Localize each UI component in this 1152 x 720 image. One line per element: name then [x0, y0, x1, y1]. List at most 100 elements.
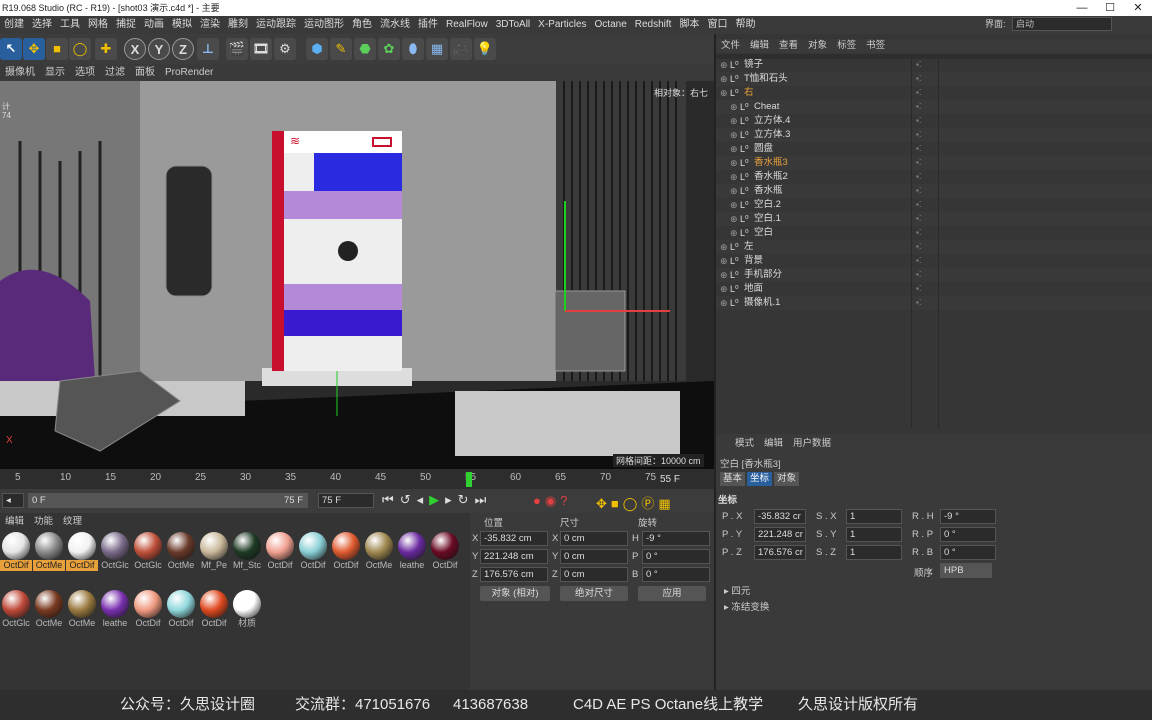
param-rot-field[interactable]: -9 ° [940, 509, 996, 524]
expand-icon[interactable]: ⊕ [730, 198, 738, 212]
object-menu-item[interactable]: 文件 [716, 39, 745, 53]
material-swatch[interactable]: Mf_Stc [231, 531, 263, 571]
visibility-icon[interactable]: ▪⁚ [916, 226, 921, 240]
view-menu-item[interactable]: 选项 [70, 64, 100, 81]
goto-start-icon[interactable]: ⏮ [382, 492, 400, 507]
attribute-menu-item[interactable]: 用户数据 [788, 437, 836, 451]
object-row[interactable]: ⊕ L⁰ 香水瓶2 ▪⁚ [716, 170, 1152, 184]
visibility-icon[interactable]: ▪⁚ [916, 142, 921, 156]
object-menu-item[interactable]: 对象 [803, 39, 832, 53]
object-row[interactable]: ⊕ L⁰ Cheat ▪⁚ [716, 100, 1152, 114]
material-swatch[interactable]: OctDif [165, 589, 197, 629]
end-frame-field[interactable]: 75 F [318, 493, 374, 508]
object-row[interactable]: ⊕ L⁰ 摄像机.1 ▪⁚ [716, 296, 1152, 310]
key-scale-icon[interactable]: ■ [611, 496, 623, 511]
keyframe-help-icon[interactable]: ? [560, 493, 571, 508]
expand-icon[interactable]: ⊕ [720, 72, 728, 86]
viewport[interactable]: ≋ 相对象：右七 网格间距：10000 cm X 计 74 [0, 81, 714, 469]
visibility-icon[interactable]: ▪⁚ [916, 296, 921, 310]
expand-icon[interactable]: ⊕ [720, 296, 728, 310]
visibility-icon[interactable]: ▪⁚ [916, 72, 921, 86]
playhead[interactable] [466, 472, 472, 487]
key-grid-icon[interactable]: ▦ [658, 496, 674, 511]
coordinate-system-icon[interactable]: ⊥ [197, 38, 219, 60]
autokey-icon[interactable]: ◉ [545, 493, 560, 508]
frame-range-slider[interactable]: 0 F 75 F [28, 493, 308, 508]
view-menu-item[interactable]: 显示 [40, 64, 70, 81]
material-swatch[interactable]: OctMe [33, 589, 65, 629]
expand-icon[interactable]: ⊕ [720, 240, 728, 254]
coords-rot-field[interactable]: 0 ° [642, 567, 710, 582]
material-swatch[interactable]: OctDif [429, 531, 461, 571]
view-menu-item[interactable]: 过滤 [100, 64, 130, 81]
material-swatch[interactable]: OctGlc [132, 531, 164, 571]
param-scale-field[interactable]: 1 [846, 545, 902, 560]
attribute-tab[interactable]: 基本 [720, 472, 746, 486]
menu-item[interactable]: 3DToAll [492, 16, 534, 34]
menu-item[interactable]: 雕刻 [224, 16, 252, 34]
deformer-icon[interactable]: ⬮ [402, 38, 424, 60]
group-quaternion[interactable]: ▸ 四元 [724, 583, 750, 597]
material-swatch[interactable]: OctMe [66, 589, 98, 629]
object-row[interactable]: ⊕ L⁰ 手机部分 ▪⁚ [716, 268, 1152, 282]
layout-select[interactable]: 启动 [1012, 17, 1112, 31]
attribute-menu-item[interactable]: 编辑 [759, 437, 788, 451]
menu-item[interactable]: 脚本 [675, 16, 703, 34]
axis-z-button[interactable]: Z [172, 38, 194, 60]
close-button[interactable]: ✕ [1124, 0, 1152, 16]
record-icon[interactable]: ● [533, 493, 545, 508]
object-menu-item[interactable]: 查看 [774, 39, 803, 53]
visibility-icon[interactable]: ▪⁚ [916, 156, 921, 170]
view-menu-item[interactable]: ProRender [160, 64, 218, 81]
expand-icon[interactable]: ⊕ [720, 58, 728, 72]
visibility-icon[interactable]: ▪⁚ [916, 86, 921, 100]
expand-icon[interactable]: ⊕ [730, 226, 738, 240]
param-pos-field[interactable]: 221.248 cr [754, 527, 806, 542]
coords-size-field[interactable]: 0 cm [560, 531, 628, 546]
visibility-icon[interactable]: ▪⁚ [916, 170, 921, 184]
prev-key-icon[interactable]: ↺ [400, 492, 417, 507]
param-scale-field[interactable]: 1 [846, 527, 902, 542]
view-menu-item[interactable]: 面板 [130, 64, 160, 81]
material-menu-item[interactable]: 编辑 [0, 515, 29, 529]
object-row[interactable]: ⊕ L⁰ 镜子 ▪⁚ [716, 58, 1152, 72]
menu-item[interactable]: 工具 [56, 16, 84, 34]
param-pos-field[interactable]: -35.832 cr [754, 509, 806, 524]
material-swatch[interactable]: OctMe [165, 531, 197, 571]
object-row[interactable]: ⊕ L⁰ 地面 ▪⁚ [716, 282, 1152, 296]
object-row[interactable]: ⊕ L⁰ 立方体.3 ▪⁚ [716, 128, 1152, 142]
menu-item[interactable]: Redshift [631, 16, 676, 34]
scale-tool-icon[interactable]: ■ [46, 38, 68, 60]
object-menu-item[interactable]: 标签 [832, 39, 861, 53]
material-menu-item[interactable]: 纹理 [58, 515, 87, 529]
object-row[interactable]: ⊕ L⁰ 空白.2 ▪⁚ [716, 198, 1152, 212]
axis-y-button[interactable]: Y [148, 38, 170, 60]
material-swatch[interactable]: OctDif [264, 531, 296, 571]
expand-icon[interactable]: ⊕ [730, 100, 738, 114]
menu-item[interactable]: 窗口 [703, 16, 731, 34]
timeline-ruler[interactable]: 51015202530354045505560657075 [0, 469, 714, 489]
camera-icon[interactable]: 🎥 [450, 38, 472, 60]
menu-item[interactable]: 模拟 [168, 16, 196, 34]
expand-icon[interactable]: ⊕ [720, 282, 728, 296]
coords-rot-field[interactable]: -9 ° [642, 531, 710, 546]
object-row[interactable]: ⊕ L⁰ 背景 ▪⁚ [716, 254, 1152, 268]
render-picture-viewer-icon[interactable]: 🎞 [250, 38, 272, 60]
object-row[interactable]: ⊕ L⁰ T恤和石头 ▪⁚ [716, 72, 1152, 86]
material-menu-item[interactable]: 功能 [29, 515, 58, 529]
axis-x-button[interactable]: X [124, 38, 146, 60]
coords-pos-field[interactable]: -35.832 cm [480, 531, 548, 546]
attribute-tab[interactable]: 坐标 [747, 472, 773, 486]
object-row[interactable]: ⊕ L⁰ 左 ▪⁚ [716, 240, 1152, 254]
move-tool-icon[interactable]: ✥ [23, 38, 45, 60]
pen-icon[interactable]: ✎ [330, 38, 352, 60]
visibility-icon[interactable]: ▪⁚ [916, 240, 921, 254]
view-menu-item[interactable]: 摄像机 [0, 64, 40, 81]
visibility-icon[interactable]: ▪⁚ [916, 212, 921, 226]
expand-icon[interactable]: ⊕ [720, 254, 728, 268]
menu-item[interactable]: 动画 [140, 16, 168, 34]
visibility-icon[interactable]: ▪⁚ [916, 268, 921, 282]
play-icon[interactable]: ▶ [429, 492, 445, 507]
key-param-icon[interactable]: Ⓟ [641, 496, 658, 511]
floor-icon[interactable]: ▦ [426, 38, 448, 60]
